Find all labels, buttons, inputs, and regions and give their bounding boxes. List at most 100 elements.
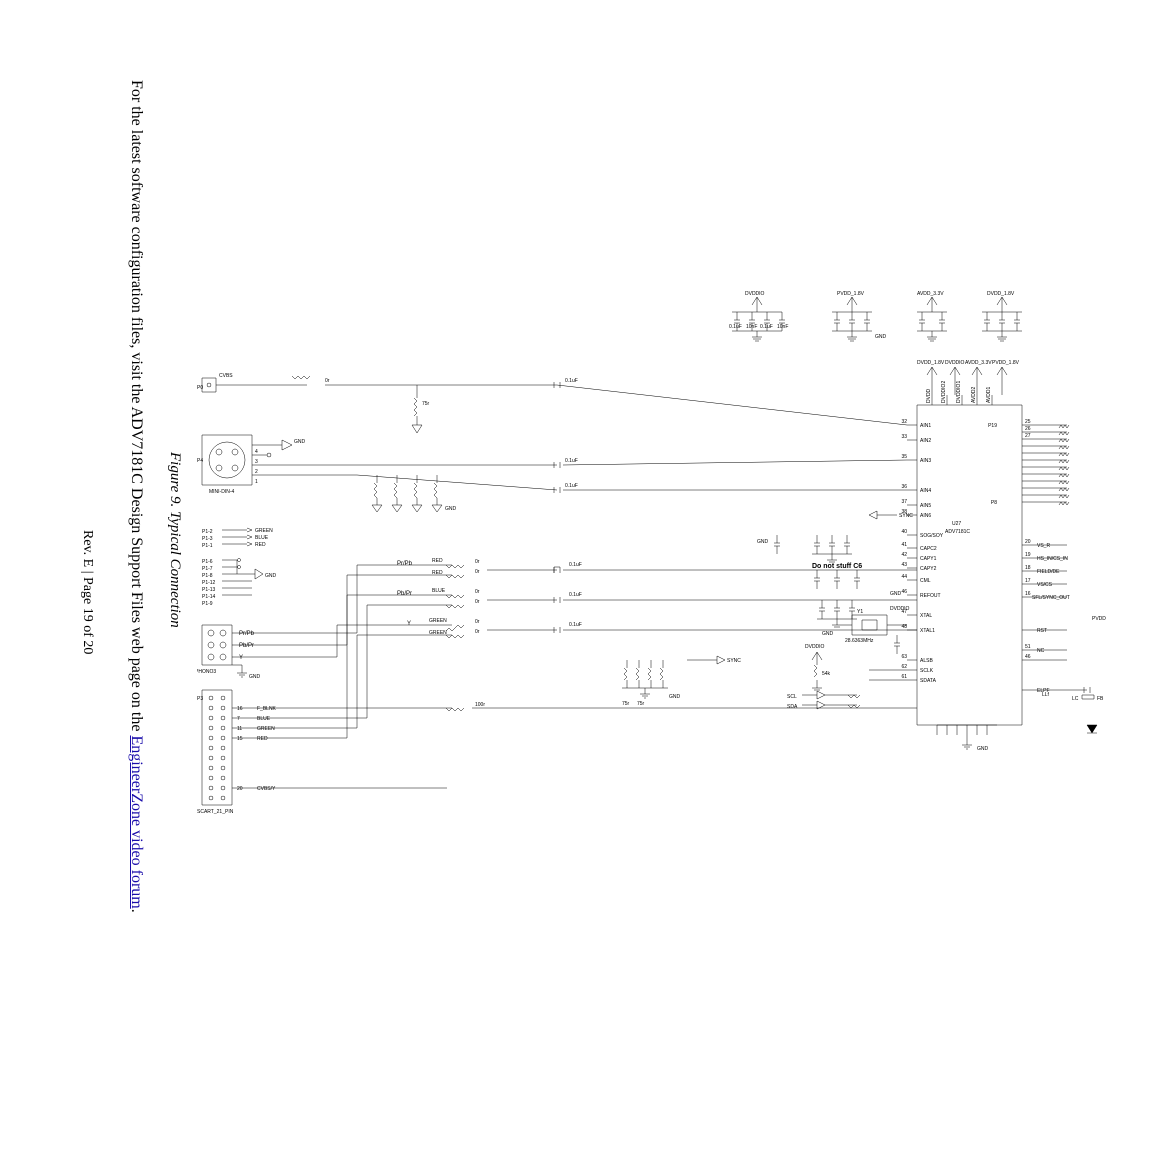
svg-text:CAPY1: CAPY1 xyxy=(920,556,937,562)
svg-text:XTAL: XTAL xyxy=(920,613,932,619)
connector-phono3: H2 PHONO3 Pr/Pb Pb/Pr Y GND xyxy=(197,625,357,680)
revision-text: Rev. E | Page 19 of 20 xyxy=(79,530,95,654)
svg-text:0r: 0r xyxy=(475,559,480,565)
svg-text:SFL/SYNC_OUT: SFL/SYNC_OUT xyxy=(1032,595,1070,601)
svg-text:11: 11 xyxy=(237,726,242,732)
svg-text:AIN4: AIN4 xyxy=(920,488,931,494)
svg-text:40: 40 xyxy=(901,529,907,535)
svg-text:F_BLNK: F_BLNK xyxy=(257,706,277,712)
svg-text:26: 26 xyxy=(1025,426,1031,432)
svg-text:BLUE: BLUE xyxy=(255,535,269,541)
svg-text:SYNC: SYNC xyxy=(727,658,741,664)
svg-text:P1-2: P1-2 xyxy=(202,529,213,535)
svg-text:Y1: Y1 xyxy=(857,609,863,615)
svg-text:1: 1 xyxy=(255,479,258,485)
svg-text:VS/CS: VS/CS xyxy=(1037,582,1053,588)
svg-text:DVDDIO: DVDDIO xyxy=(745,291,765,297)
svg-text:0r: 0r xyxy=(475,589,480,595)
footer-period: . xyxy=(128,909,145,913)
svg-text:0.1uF: 0.1uF xyxy=(569,622,582,628)
svg-text:P1-3: P1-3 xyxy=(202,536,213,542)
svg-text:16: 16 xyxy=(1025,591,1031,597)
svg-text:RED: RED xyxy=(255,542,266,548)
svg-text:0r: 0r xyxy=(475,569,480,575)
footer-link[interactable]: EngineerZone video forum xyxy=(128,735,145,908)
svg-text:19: 19 xyxy=(1025,552,1031,558)
svg-text:0.1uF: 0.1uF xyxy=(760,324,773,330)
svg-text:54k: 54k xyxy=(822,671,831,677)
svg-text:GND: GND xyxy=(445,506,457,512)
svg-text:0r: 0r xyxy=(475,599,480,605)
decoupling-bank-1: DVDDIO 0.1uF 10nF 0.1uF 10nF xyxy=(729,291,788,341)
svg-text:GND: GND xyxy=(757,539,769,545)
decoupling-bank-2: PVDD_1.8V GND xyxy=(832,291,887,341)
svg-text:P1-8: P1-8 xyxy=(202,573,213,579)
svg-text:18: 18 xyxy=(1025,565,1031,571)
svg-text:Pr/Pb: Pr/Pb xyxy=(397,561,413,567)
svg-text:0.1uF: 0.1uF xyxy=(565,378,578,384)
svg-text:61: 61 xyxy=(901,674,907,680)
svg-text:AIN5: AIN5 xyxy=(920,503,931,509)
figure-caption: Figure 9. Typical Connection xyxy=(166,452,183,628)
connector-p0: P0 CVBS 0r xyxy=(197,373,557,392)
svg-text:75r: 75r xyxy=(422,401,430,407)
svg-text:H2: H2 xyxy=(197,633,199,640)
svg-text:SOG/SOY: SOG/SOY xyxy=(920,533,944,539)
svg-text:Pb/Pr: Pb/Pr xyxy=(239,643,254,649)
svg-text:16: 16 xyxy=(237,706,243,712)
svg-text:75r: 75r xyxy=(622,701,630,707)
svg-text:Y: Y xyxy=(407,621,411,627)
svg-text:U27: U27 xyxy=(952,521,961,527)
svg-text:P1-12: P1-12 xyxy=(202,580,216,586)
svg-text:P1-1: P1-1 xyxy=(202,543,213,549)
svg-text:3: 3 xyxy=(255,459,258,465)
svg-text:REFOUT: REFOUT xyxy=(920,593,941,599)
svg-text:CVBS/Y: CVBS/Y xyxy=(257,786,276,792)
video-coupling: Pr/Pb RED 0r 0r RED Pb/Pr BLUE 0r 0r Y G… xyxy=(397,558,917,638)
svg-text:AIN3: AIN3 xyxy=(920,458,931,464)
svg-text:63: 63 xyxy=(901,654,907,660)
svg-text:GREEN: GREEN xyxy=(255,528,273,534)
svg-text:35: 35 xyxy=(901,454,907,460)
svg-text:SCLK: SCLK xyxy=(920,668,934,674)
svg-text:PVDD_1.8V: PVDD_1.8V xyxy=(992,360,1020,366)
svg-text:AIN2: AIN2 xyxy=(920,438,931,444)
svg-text:GND: GND xyxy=(890,591,902,597)
svg-text:4: 4 xyxy=(255,449,258,455)
svg-text:GND: GND xyxy=(977,746,989,752)
svg-text:SDATA: SDATA xyxy=(920,678,937,684)
svg-text:BLUE: BLUE xyxy=(432,588,446,594)
svg-text:10nF: 10nF xyxy=(746,324,757,330)
svg-text:GREEN: GREEN xyxy=(429,630,447,636)
svg-text:SCL: SCL xyxy=(787,694,797,700)
svg-text:P8: P8 xyxy=(991,500,997,506)
svg-text:51: 51 xyxy=(1025,644,1031,650)
svg-text:P1-13: P1-13 xyxy=(202,587,216,593)
svg-text:DVDDIO: DVDDIO xyxy=(890,606,910,612)
svg-text:AVDD1: AVDD1 xyxy=(986,386,992,403)
svg-text:GND: GND xyxy=(265,573,277,579)
svg-text:0.1uF: 0.1uF xyxy=(729,324,742,330)
svg-text:DVDD: DVDD xyxy=(926,388,932,403)
svg-text:75r: 75r xyxy=(637,701,645,707)
svg-text:XTAL1: XTAL1 xyxy=(920,628,935,634)
i2c: SCL SDA DVDDIO 54k xyxy=(787,644,907,710)
svg-text:CAPC2: CAPC2 xyxy=(920,546,937,552)
svg-text:DVDDIO2: DVDDIO2 xyxy=(941,381,947,403)
svg-text:GREEN: GREEN xyxy=(257,726,275,732)
svg-text:P1-6: P1-6 xyxy=(202,559,213,565)
svg-text:HS_IN/CS_IN: HS_IN/CS_IN xyxy=(1037,556,1068,562)
svg-text:P1-14: P1-14 xyxy=(202,594,216,600)
svg-text:P4: P4 xyxy=(197,458,203,464)
svg-text:AVDD2: AVDD2 xyxy=(971,386,977,403)
footer-text: For the latest software configuration fi… xyxy=(127,80,145,913)
svg-text:DVDDIO: DVDDIO xyxy=(945,360,965,366)
svg-text:0r: 0r xyxy=(325,378,330,384)
svg-text:RST: RST xyxy=(1037,628,1047,634)
svg-text:20: 20 xyxy=(237,786,243,792)
svg-text:62: 62 xyxy=(901,664,907,670)
svg-text:37: 37 xyxy=(901,499,907,505)
svg-text:GND: GND xyxy=(822,631,834,637)
svg-text:41: 41 xyxy=(901,542,907,548)
svg-text:36: 36 xyxy=(901,484,907,490)
